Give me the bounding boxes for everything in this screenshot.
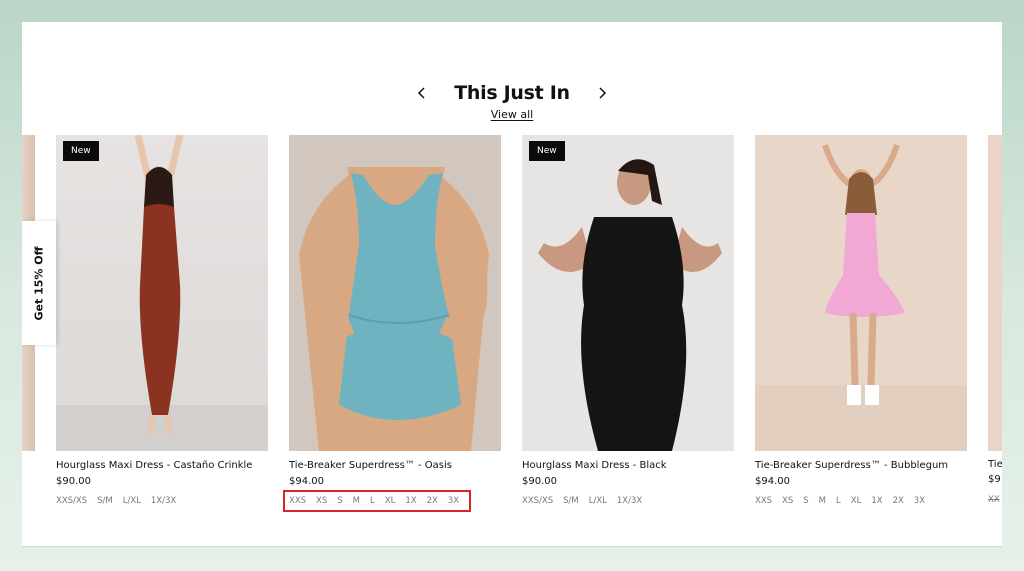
size-option[interactable]: L/XL xyxy=(589,496,607,506)
product-price: $90.00 xyxy=(56,476,91,487)
size-option[interactable]: 1X/3X xyxy=(617,496,642,506)
size-option[interactable]: M xyxy=(819,496,826,506)
partial-product-name[interactable]: Tie xyxy=(988,459,1002,470)
product-name[interactable]: Tie-Breaker Superdress™ - Bubblegum xyxy=(755,460,967,471)
size-option[interactable]: XS xyxy=(782,496,793,506)
size-option[interactable]: XL xyxy=(851,496,862,506)
product-image[interactable]: New xyxy=(56,135,268,451)
size-option[interactable]: S/M xyxy=(97,496,113,506)
product-card[interactable]: New Hourglass Maxi Dress - Castaño Crink… xyxy=(56,135,268,506)
product-image[interactable] xyxy=(755,135,967,451)
chevron-left-icon xyxy=(418,87,425,99)
product-card[interactable]: Tie-Breaker Superdress™ - Bubblegum $94.… xyxy=(755,135,967,506)
product-price: $94.00 xyxy=(289,476,324,487)
product-card[interactable]: Tie-Breaker Superdress™ - Oasis $94.00 X… xyxy=(289,135,501,506)
product-carousel-panel: This Just In View all New Hourglass Maxi… xyxy=(22,22,1002,547)
divider xyxy=(22,546,1002,547)
size-option[interactable]: XXS/XS xyxy=(522,496,553,506)
product-photo-superdress-oasis xyxy=(289,135,501,451)
product-price: $94.00 xyxy=(755,476,790,487)
product-image[interactable]: New xyxy=(522,135,734,451)
promo-label: Get 15% Off xyxy=(32,246,46,320)
size-option[interactable]: 1X xyxy=(871,496,882,506)
product-image[interactable] xyxy=(289,135,501,451)
view-all-row: View all xyxy=(22,105,1002,123)
size-options: XXS XS S M L XL 1X 2X 3X xyxy=(755,496,967,506)
product-photo-superdress-bubblegum xyxy=(755,135,967,451)
new-badge: New xyxy=(529,141,565,161)
product-photo-maxi-dress-black xyxy=(522,135,734,451)
product-photo-maxi-dress-castano xyxy=(56,135,268,451)
size-options-highlight xyxy=(283,490,471,512)
product-name[interactable]: Hourglass Maxi Dress - Castaño Crinkle xyxy=(56,460,268,471)
section-title: This Just In xyxy=(454,82,570,104)
section-heading-row: This Just In xyxy=(22,79,1002,107)
size-options: XXS/XS S/M L/XL 1X/3X xyxy=(522,496,734,506)
size-options: XXS/XS S/M L/XL 1X/3X xyxy=(56,496,268,506)
new-badge: New xyxy=(63,141,99,161)
carousel-next-button[interactable] xyxy=(588,79,616,107)
product-card[interactable]: New Hourglass Maxi Dress - Black $90.00 … xyxy=(522,135,734,506)
carousel-prev-button[interactable] xyxy=(408,79,436,107)
partial-product-size[interactable]: XX xyxy=(988,495,1000,505)
size-option[interactable]: 2X xyxy=(893,496,904,506)
product-name[interactable]: Hourglass Maxi Dress - Black xyxy=(522,460,734,471)
product-name[interactable]: Tie-Breaker Superdress™ - Oasis xyxy=(289,460,501,471)
promo-tab[interactable]: Get 15% Off xyxy=(22,221,56,345)
size-option[interactable]: L/XL xyxy=(123,496,141,506)
view-all-link[interactable]: View all xyxy=(491,108,533,121)
next-product-image-edge[interactable] xyxy=(988,135,1002,451)
size-option[interactable]: 3X xyxy=(914,496,925,506)
product-price: $90.00 xyxy=(522,476,557,487)
chevron-right-icon xyxy=(599,87,606,99)
size-option[interactable]: XXS/XS xyxy=(56,496,87,506)
size-option[interactable]: S xyxy=(803,496,808,506)
partial-product-price: $9 xyxy=(988,474,1001,485)
size-option[interactable]: L xyxy=(836,496,841,506)
size-option[interactable]: 1X/3X xyxy=(151,496,176,506)
size-option[interactable]: S/M xyxy=(563,496,579,506)
size-option[interactable]: XXS xyxy=(755,496,772,506)
